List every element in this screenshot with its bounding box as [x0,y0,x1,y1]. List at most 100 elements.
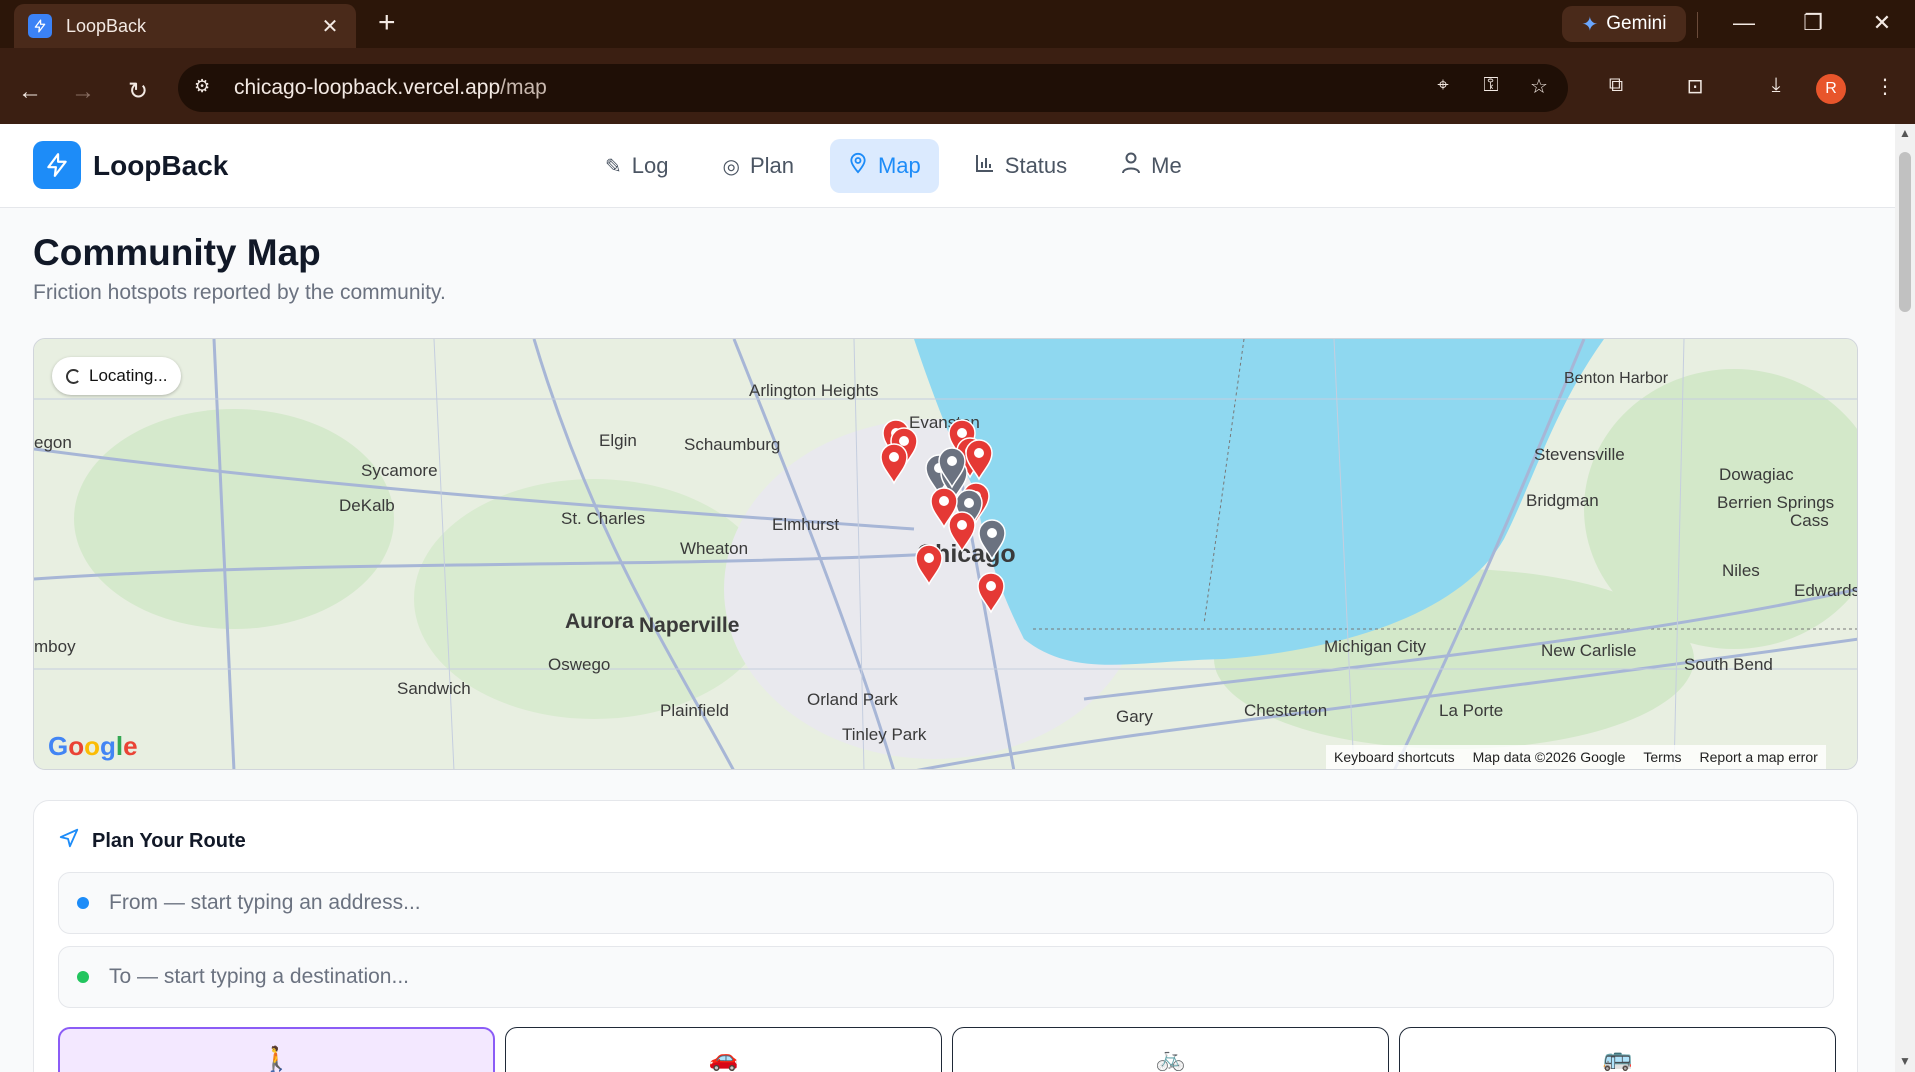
address-bar[interactable]: ⚙ chicago-loopback.vercel.app/map [178,64,1568,112]
close-window-icon[interactable]: ✕ [1862,10,1902,36]
nav-label: Me [1151,153,1182,178]
tab-search-icon[interactable]: ⊡ [1680,74,1710,99]
menu-kebab-icon[interactable]: ⋮ [1870,74,1900,99]
map-place-label: St. Charles [561,509,645,528]
nav-label: Log [631,153,669,178]
forward-icon[interactable]: → [65,74,101,110]
map-place-label: Plainfield [660,701,729,720]
logo-bolt-icon[interactable] [33,141,81,189]
map-pin-icon [848,152,868,180]
location-icon[interactable]: ⌖ [1428,74,1458,97]
map-place-label: Cass [1790,511,1829,530]
map-place-label: Niles [1722,561,1760,580]
gemini-button[interactable]: ✦ Gemini [1562,6,1686,42]
page-scrollbar[interactable]: ▲ ▼ [1895,124,1915,1072]
terms-link[interactable]: Terms [1643,749,1681,765]
bike-icon: 🚲 [1155,1045,1186,1072]
map-data-attribution: Map data ©2026 Google [1472,749,1626,765]
pencil-icon: ✎ [605,155,622,178]
google-logo: Google [48,731,138,761]
map-place-label: Orland Park [807,690,898,709]
car-icon: 🚗 [708,1045,739,1072]
map-place-label: mboy [34,637,76,656]
report-error-link[interactable]: Report a map error [1700,749,1818,765]
restore-icon[interactable]: ❐ [1793,10,1833,36]
plan-route-card: Plan Your Route 🚶 🚗 🚲 🚌 [33,800,1858,1072]
extensions-icon[interactable]: ⧉ [1601,74,1631,97]
map-canvas[interactable]: Benton HarborArlington HeightsEvanstonSt… [34,339,1858,770]
map-place-label: egon [34,433,72,452]
nav-label: Plan [749,153,794,178]
map-place-label: Arlington Heights [749,381,878,400]
to-field[interactable] [58,946,1834,1008]
key-icon[interactable]: ⚿ [1476,74,1506,97]
scroll-thumb[interactable] [1899,152,1911,312]
map-place-label: Berrien Springs [1717,493,1834,512]
tab-close-icon[interactable]: ✕ [318,14,342,39]
nav-log[interactable]: ✎ Log [587,139,686,193]
nav-me[interactable]: Me [1103,139,1200,193]
map-place-label: Tinley Park [842,725,927,744]
download-icon[interactable]: ⤓ [1761,74,1791,97]
gemini-sparkle-icon: ✦ [1581,13,1599,36]
map-place-label: DeKalb [339,496,395,515]
community-map[interactable]: Benton Harbor Arlington Heights Evanston St… [33,338,1858,770]
tab-strip: LoopBack ✕ + ✦ Gemini — ❐ ✕ [0,0,1915,48]
mode-bus-button[interactable]: 🚌 [1399,1027,1836,1072]
map-place-label: Oswego [548,655,610,674]
profile-avatar[interactable]: R [1816,74,1846,104]
page-subtitle: Friction hotspots reported by the commun… [33,281,446,304]
map-place-label: South Bend [1684,655,1773,674]
mode-bike-button[interactable]: 🚲 [952,1027,1389,1072]
new-tab-button[interactable]: + [378,8,396,38]
bookmark-star-icon[interactable]: ☆ [1524,74,1554,99]
origin-dot-icon [77,897,89,909]
browser-tab[interactable]: LoopBack ✕ [14,4,356,48]
main-nav: ✎ Log ◎ Plan Map Status Me [587,139,1200,193]
walk-icon: 🚶 [261,1046,292,1072]
bar-chart-icon [975,153,995,179]
map-place-label: Elgin [599,431,637,450]
map-place-label: Stevensville [1534,445,1625,464]
app-header: LoopBack ✎ Log ◎ Plan Map Status Me [0,124,1895,208]
map-place-label: Bridgman [1526,491,1599,510]
navigation-arrow-icon [58,827,80,855]
mode-car-button[interactable]: 🚗 [505,1027,942,1072]
map-place-label: Sandwich [397,679,471,698]
minimize-icon[interactable]: — [1724,10,1764,36]
nav-plan[interactable]: ◎ Plan [704,139,812,193]
bus-icon: 🚌 [1602,1045,1633,1072]
map-place-label: Edwardsbu [1794,581,1858,600]
scroll-up-icon[interactable]: ▲ [1899,126,1911,140]
map-place-label: Benton Harbor [1564,370,1669,387]
map-place-label: Naperville [639,614,739,637]
to-input[interactable] [109,965,1709,989]
destination-dot-icon [77,971,89,983]
keyboard-shortcuts-link[interactable]: Keyboard shortcuts [1334,749,1455,765]
nav-status[interactable]: Status [957,139,1085,193]
page: LoopBack ✎ Log ◎ Plan Map Status Me Comm… [0,124,1895,1072]
compass-icon: ◎ [722,155,740,178]
map-place-label: Wheaton [680,539,748,558]
map-place-label: Aurora [565,610,634,633]
mode-walk-button[interactable]: 🚶 [58,1027,495,1072]
from-field[interactable] [58,872,1834,934]
brand-name[interactable]: LoopBack [93,150,228,182]
locating-chip[interactable]: Locating... [52,357,182,395]
back-icon[interactable]: ← [12,74,48,110]
divider [1697,12,1698,38]
map-place-label: La Porte [1439,701,1503,720]
map-place-label: Chesterton [1244,701,1327,720]
map-place-label: Schaumburg [684,435,780,454]
nav-label: Status [1004,153,1068,178]
locating-label: Locating... [89,366,168,385]
scroll-down-icon[interactable]: ▼ [1899,1054,1911,1068]
site-info-icon[interactable]: ⚙ [194,76,210,97]
reload-icon[interactable]: ↻ [120,74,156,110]
from-input[interactable] [109,891,1709,915]
map-footer: Keyboard shortcuts Map data ©2026 Google… [1326,745,1826,769]
nav-map[interactable]: Map [829,139,939,193]
gemini-label: Gemini [1606,13,1667,34]
map-place-label: Michigan City [1324,637,1427,656]
url-text: chicago-loopback.vercel.app/map [234,76,547,99]
